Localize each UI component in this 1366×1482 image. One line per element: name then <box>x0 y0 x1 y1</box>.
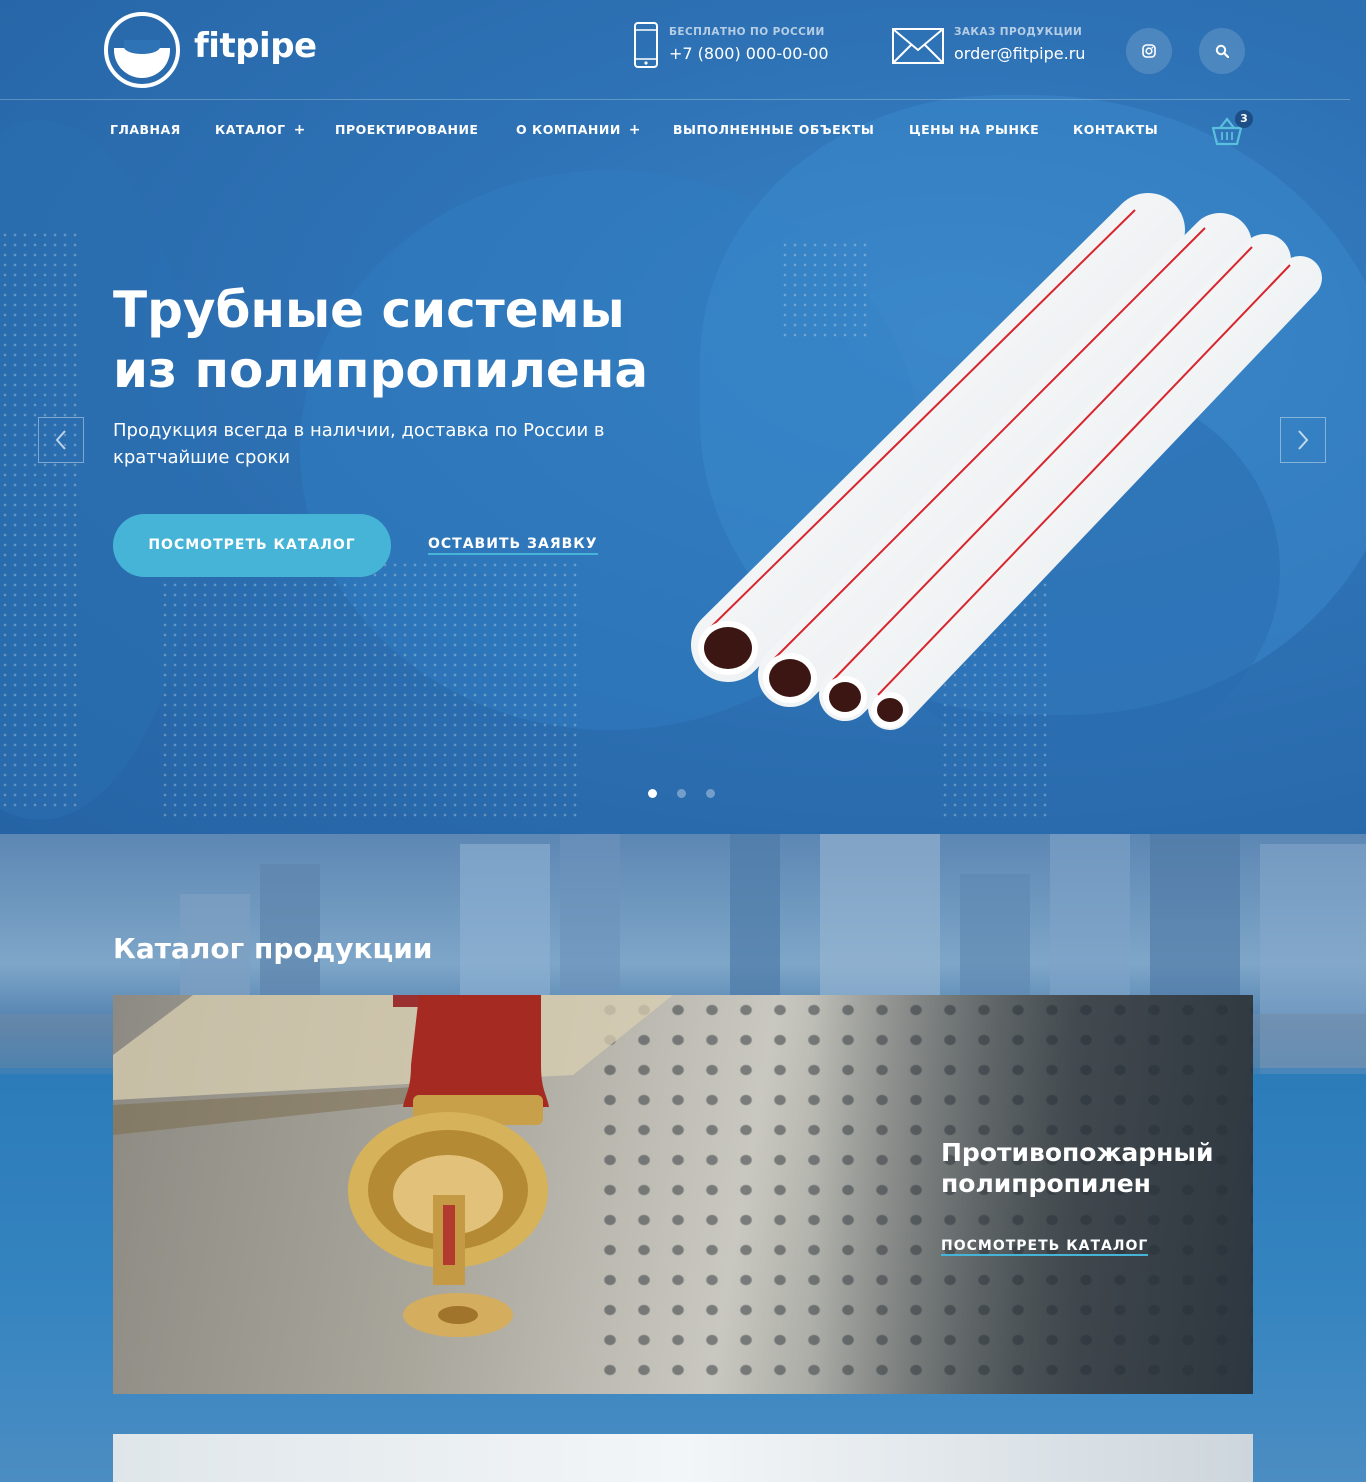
hero-title: Трубные системы из полипропилена <box>113 281 649 399</box>
nav-item-contacts[interactable]: КОНТАКТЫ <box>1073 122 1158 137</box>
hero-subtitle: Продукция всегда в наличии, доставка по … <box>113 420 605 468</box>
bg-dot-pattern <box>160 560 580 820</box>
catalog-card[interactable]: Противопожарный полипропилен ПОСМОТРЕТЬ … <box>113 995 1253 1394</box>
catalog-section: Каталог продукции Противопожарный полипр… <box>0 834 1366 1482</box>
phone-caption: БЕСПЛАТНО ПО РОССИИ <box>669 26 825 38</box>
nav-item-home[interactable]: ГЛАВНАЯ <box>110 122 181 137</box>
smartphone-icon <box>634 22 658 68</box>
search-icon <box>1215 44 1229 58</box>
leave-request-link[interactable]: ОСТАВИТЬ ЗАЯВКУ <box>428 536 598 555</box>
nav-item-catalog[interactable]: КАТАЛОГ + <box>215 122 306 138</box>
pipes-image <box>691 193 1322 730</box>
logo[interactable]: fitpipe <box>104 12 317 90</box>
card-title: Противопожарный полипропилен <box>941 1138 1214 1198</box>
logo-text: fitpipe <box>194 26 317 66</box>
slider-prev-button[interactable] <box>38 417 84 463</box>
hero-slider: fitpipe БЕСПЛАТНО ПО РОССИИ +7 (800) 000… <box>0 0 1366 834</box>
envelope-icon <box>892 28 944 64</box>
plus-icon: + <box>628 122 642 138</box>
logo-mark-icon <box>104 12 180 88</box>
slider-dot-3[interactable] <box>706 789 715 798</box>
instagram-icon <box>1142 44 1156 58</box>
header-divider <box>0 99 1350 100</box>
cart-button[interactable]: 3 <box>1210 110 1253 146</box>
nav-item-about[interactable]: О КОМПАНИИ + <box>516 122 641 138</box>
cart-count-badge: 3 <box>1235 110 1253 128</box>
catalog-title: Каталог продукции <box>113 932 433 965</box>
bg-dot-pattern <box>0 230 80 810</box>
email-caption: ЗАКАЗ ПРОДУКЦИИ <box>954 26 1083 38</box>
nav-item-design[interactable]: ПРОЕКТИРОВАНИЕ <box>335 122 478 137</box>
plus-icon: + <box>293 122 306 138</box>
search-button[interactable] <box>1199 28 1245 74</box>
phone-number[interactable]: +7 (800) 000-00-00 <box>669 44 829 63</box>
slider-dot-1[interactable] <box>648 789 657 798</box>
catalog-card-next[interactable] <box>113 1434 1253 1482</box>
instagram-button[interactable] <box>1126 28 1172 74</box>
site-header: fitpipe БЕСПЛАТНО ПО РОССИИ +7 (800) 000… <box>0 0 1366 100</box>
phone-contact[interactable]: БЕСПЛАТНО ПО РОССИИ +7 (800) 000-00-00 <box>633 22 853 72</box>
slider-dot-2[interactable] <box>677 789 686 798</box>
nav-item-projects[interactable]: ВЫПОЛНЕННЫЕ ОБЪЕКТЫ <box>673 122 874 137</box>
nav-item-prices[interactable]: ЦЕНЫ НА РЫНКЕ <box>909 122 1039 137</box>
chevron-left-icon <box>55 430 66 450</box>
card-view-catalog-link[interactable]: ПОСМОТРЕТЬ КАТАЛОГ <box>941 1238 1149 1256</box>
email-address[interactable]: order@fitpipe.ru <box>954 44 1085 63</box>
view-catalog-button[interactable]: ПОСМОТРЕТЬ КАТАЛОГ <box>113 514 391 577</box>
email-contact[interactable]: ЗАКАЗ ПРОДУКЦИИ order@fitpipe.ru <box>892 22 1112 72</box>
